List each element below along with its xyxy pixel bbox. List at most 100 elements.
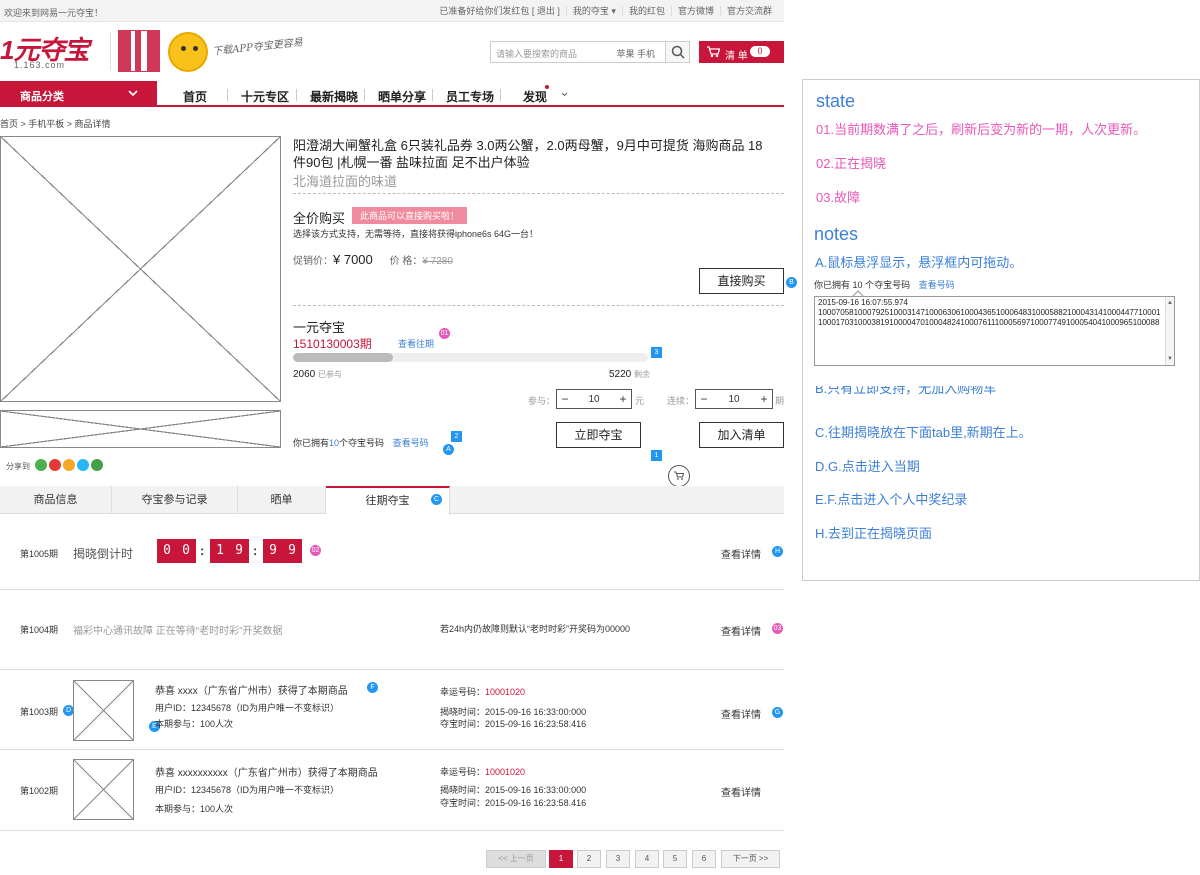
weibo-share-icon[interactable] <box>49 459 61 471</box>
nav-divider <box>500 89 501 101</box>
winner-avatar[interactable] <box>73 680 134 741</box>
search-keywords[interactable]: 苹果 手机 <box>616 47 655 60</box>
view-detail-link[interactable]: 查看详情 <box>721 706 761 721</box>
welcome-text: 欢迎来到网易一元夺宝！ <box>4 8 104 18</box>
row-divider <box>0 589 784 590</box>
countdown-digit: 0 <box>176 539 196 563</box>
search-button[interactable] <box>665 42 689 62</box>
notes-heading: notes <box>814 224 859 244</box>
nav-divider <box>296 89 297 101</box>
search-input[interactable]: 请输入要搜索的商品 <box>496 47 577 60</box>
popup-codes-line: 1000170310003819100004701000482410007611… <box>818 318 1160 327</box>
page-button[interactable]: 1 <box>549 850 573 868</box>
price-label: 价 格： <box>389 256 423 267</box>
scroll-up-icon[interactable]: ▲ <box>1166 298 1174 308</box>
cart-button[interactable]: 清 单 0 <box>699 41 784 63</box>
user-id: 用户ID：12345678（ID为用户唯一不变标识） <box>155 785 340 795</box>
nav-item-staff[interactable]: 员工专场 <box>446 88 494 105</box>
qzone-share-icon[interactable] <box>35 459 47 471</box>
fullbuy-label: 全价购买 <box>293 211 346 226</box>
search-box[interactable]: 请输入要搜索的商品 苹果 手机 <box>490 41 690 63</box>
period-label: 第1002期 <box>20 786 59 796</box>
popup-prefix: 你已拥有 <box>814 280 851 290</box>
scroll-down-icon[interactable]: ▼ <box>1166 354 1174 364</box>
popup-codes-line: 1000705810007925100031471000630610004365… <box>818 308 1161 317</box>
qq-share-icon[interactable] <box>77 459 89 471</box>
countdown-digit: 1 <box>210 539 230 563</box>
view-past-link[interactable]: 查看往期 <box>398 337 434 350</box>
marker-c: C <box>431 494 442 505</box>
note-b: B.只有立即支持，无加入购物车 <box>815 386 996 398</box>
tab-share[interactable]: 晒单 <box>238 486 326 514</box>
plus-icon[interactable]: + <box>617 392 629 406</box>
marker-01: 01 <box>439 328 450 339</box>
lucky-label: 幸运号码： <box>440 767 486 777</box>
prev-page-button[interactable]: << 上一页 <box>486 850 546 868</box>
product-main-image <box>0 136 281 402</box>
join-qty-stepper[interactable]: − 10 + <box>556 389 632 409</box>
nav-item-ten-yuan[interactable]: 十元专区 <box>241 88 289 105</box>
view-detail-link[interactable]: 查看详情 <box>721 546 761 561</box>
countdown-digit: 0 <box>157 539 177 563</box>
scrollbar[interactable]: ▲ ▼ <box>1165 297 1174 365</box>
duobao-now-button[interactable]: 立即夺宝 <box>556 422 641 448</box>
page-button[interactable]: 6 <box>692 850 716 868</box>
note-b-text: B.只有立即支持，无加入购物车 <box>815 386 997 396</box>
wechat-share-icon[interactable] <box>91 459 103 471</box>
page-button[interactable]: 3 <box>606 850 630 868</box>
winner-text[interactable]: 恭喜 xxxxxxxxxx（广东省广州市）获得了本期商品 <box>155 764 378 779</box>
buy-now-button[interactable]: 直接购买 <box>699 268 784 294</box>
next-page-button[interactable]: 下一页 >> <box>721 850 780 868</box>
tab-records[interactable]: 夺宝参与记录 <box>112 486 238 514</box>
view-detail-link[interactable]: 查看详情 <box>721 784 761 799</box>
weibo-link[interactable]: 官方微博 <box>672 6 721 16</box>
winner-text[interactable]: 恭喜 xxxx（广东省广州市）获得了本期商品 <box>155 682 348 697</box>
note-e: E.F.点击进入个人中奖纪录 <box>815 492 968 507</box>
nav-item-discover[interactable]: 发现 <box>523 88 547 105</box>
row-divider <box>0 749 784 750</box>
qq-group-link[interactable]: 官方交流群 <box>721 6 778 16</box>
view-codes-link[interactable]: 查看号码 <box>393 438 429 448</box>
category-menu[interactable]: 商品分类 <box>0 81 157 107</box>
my-redpacket-link[interactable]: 我的红包 <box>623 6 672 16</box>
marker-03: 03 <box>772 623 783 634</box>
product-title: 阳澄湖大闸蟹礼盒 6只装礼品券 3.0两公蟹，2.0两母蟹，9月中可提货 海购商… <box>293 138 763 170</box>
nav-item-share[interactable]: 晒单分享 <box>378 88 426 105</box>
nav-item-latest[interactable]: 最新揭晓 <box>310 88 358 105</box>
breadcrumb[interactable]: 首页 > 手机平板 > 商品详情 <box>0 117 111 130</box>
joined-label: 已参与 <box>318 370 343 379</box>
app-download-text[interactable]: 下载APP夺宝更容易 <box>211 33 303 57</box>
nav-item-home[interactable]: 首页 <box>183 88 207 105</box>
codes-popup-box[interactable]: 2015-09-16 16:07:55.974 1000705810007925… <box>814 296 1175 366</box>
mascot-icon <box>168 32 208 72</box>
star-share-icon[interactable] <box>63 459 75 471</box>
floating-cart-icon[interactable] <box>668 465 690 487</box>
note-c: C.往期揭晓放在下面tab里,新期在上。 <box>815 425 1032 440</box>
period-label: 第1005期 <box>20 549 59 559</box>
add-list-button[interactable]: 加入清单 <box>699 422 784 448</box>
row-divider <box>0 830 784 831</box>
view-detail-link[interactable]: 查看详情 <box>721 623 761 638</box>
popup-count: 10 <box>852 280 863 290</box>
page-button[interactable]: 2 <box>577 850 601 868</box>
page-button[interactable]: 4 <box>635 850 659 868</box>
header-divider <box>110 32 111 70</box>
product-thumbnail-strip[interactable] <box>0 410 281 448</box>
user-notice[interactable]: 已准备好给你们发红包 [ 退出 ] <box>433 6 567 16</box>
my-duobao-link[interactable]: 我的夺宝 ▾ <box>567 6 623 16</box>
yiyuan-label: 一元夺宝 <box>293 320 346 335</box>
winner-avatar[interactable] <box>73 759 134 820</box>
chevron-down-icon[interactable] <box>561 92 568 97</box>
popup-view-codes-link[interactable]: 查看号码 <box>919 280 955 290</box>
continuous-qty-stepper[interactable]: − 10 + <box>695 389 773 409</box>
state-note-01: 01.当前期数满了之后，刷新后变为新的一期，人次更新。 <box>816 122 1147 137</box>
promo-price: ¥ 7000 <box>333 252 373 267</box>
countdown-digit: 9 <box>263 539 283 563</box>
plus-icon[interactable]: + <box>758 392 770 406</box>
tab-product-info[interactable]: 商品信息 <box>0 486 112 514</box>
joined-stat: 2060 已参与 <box>293 369 342 380</box>
page-button[interactable]: 5 <box>663 850 687 868</box>
note-h: H.去到正在揭晓页面 <box>815 526 933 541</box>
popup-owned-codes: 你已拥有 10 个夺宝号码 查看号码 <box>814 278 955 291</box>
marker-02: 02 <box>310 545 321 556</box>
